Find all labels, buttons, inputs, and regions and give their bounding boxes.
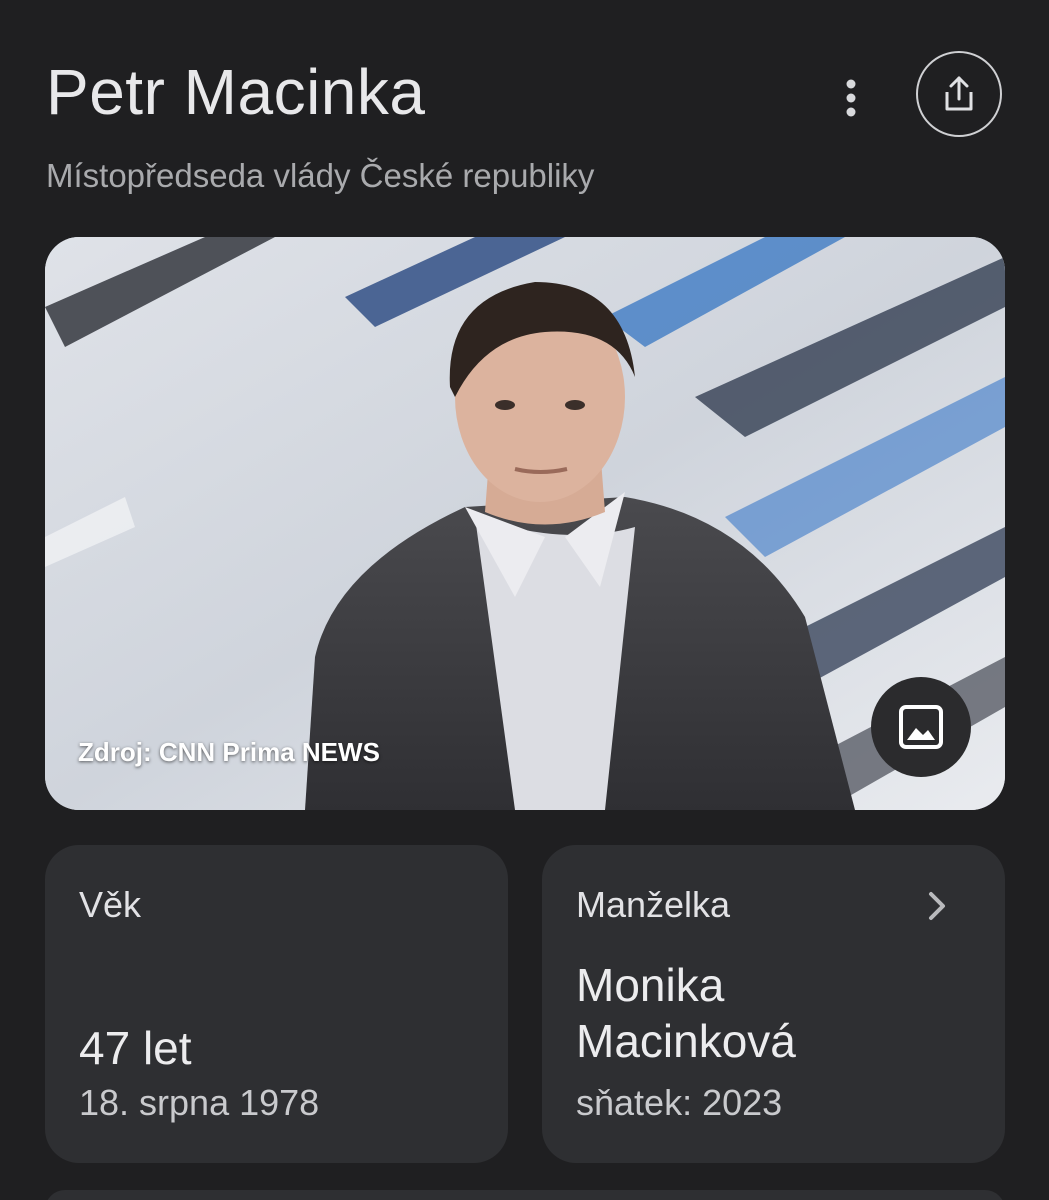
page-subtitle: Místopředseda vlády České republiky	[46, 157, 595, 194]
spouse-last-name: Macinková	[576, 1015, 796, 1067]
age-value: 47 let	[79, 1022, 192, 1074]
more-options-button[interactable]	[826, 70, 876, 126]
spouse-card[interactable]: Manželka Monika Macinková sňatek: 2023	[542, 845, 1005, 1163]
share-button[interactable]	[916, 51, 1002, 137]
age-card: Věk 47 let 18. srpna 1978	[45, 845, 508, 1163]
knowledge-panel: Petr Macinka Místopředseda vlády České r…	[0, 0, 1049, 1200]
spouse-name: Monika Macinková	[576, 957, 976, 1069]
birth-date: 18. srpna 1978	[79, 1082, 320, 1123]
view-images-button[interactable]	[871, 677, 971, 777]
photo-illustration	[45, 237, 1005, 810]
image-icon	[899, 705, 943, 749]
spouse-label: Manželka	[576, 884, 731, 925]
spouse-first-name: Monika	[576, 959, 725, 1011]
image-source-caption: Zdroj: CNN Prima NEWS	[78, 737, 380, 767]
marriage-year: sňatek: 2023	[576, 1082, 783, 1123]
next-card-edge	[45, 1190, 1005, 1200]
person-photo[interactable]: Zdroj: CNN Prima NEWS	[45, 237, 1005, 810]
more-vert-icon	[846, 79, 856, 117]
share-icon	[945, 76, 973, 111]
page-title: Petr Macinka	[46, 56, 426, 128]
age-label: Věk	[79, 884, 142, 925]
chevron-right-icon	[929, 892, 945, 920]
